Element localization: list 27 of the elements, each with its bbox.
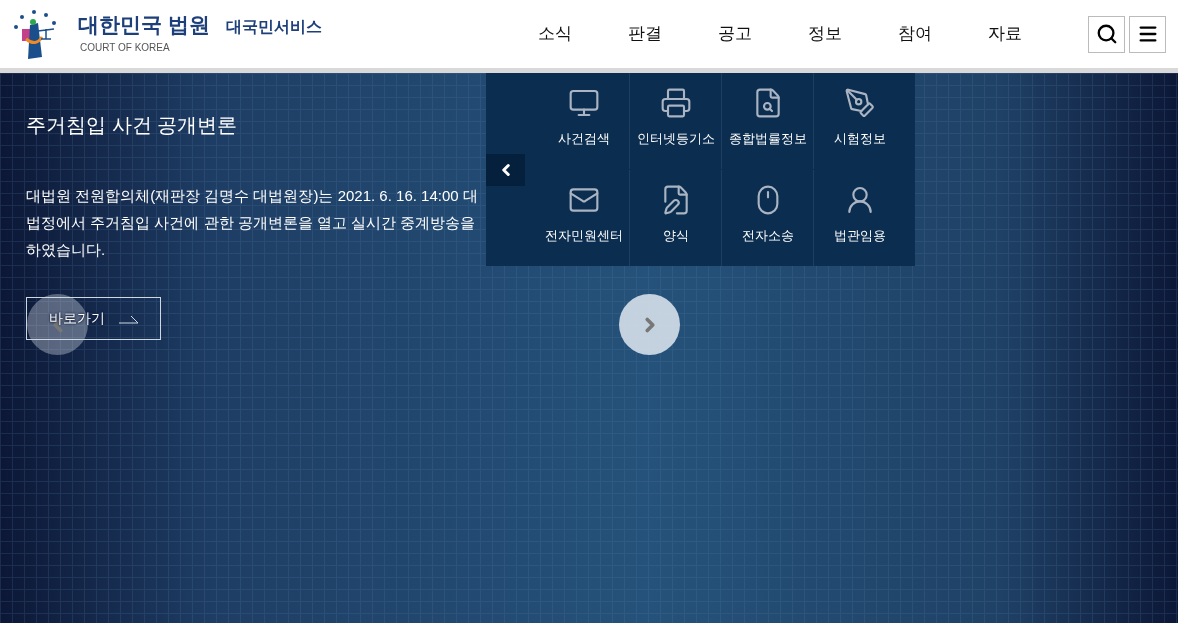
shortcut-link[interactable]: 바로가기 xyxy=(26,297,161,340)
quick-menu-item[interactable]: 전자민원센터 xyxy=(538,169,630,266)
nav-link[interactable]: 참여 xyxy=(870,21,960,47)
nav-link[interactable]: 소식 xyxy=(510,21,600,47)
banner-text: 대법원 전원합의체(재판장 김명수 대법원장)는 2021. 6. 16. 14:00 대법정에서 주거침입 사건에 관한 공개변론을 열고 실시간 중계방송을 하였습니다. xyxy=(26,186,479,260)
banner-title: 주거침입 사건 공개변론 xyxy=(26,113,239,138)
service-name: 대국민서비스 xyxy=(225,17,322,37)
logo-title: 대한민국 법원 xyxy=(78,13,210,35)
nav-link[interactable]: 공고 xyxy=(690,21,780,47)
quick-menu-item[interactable]: 양식 xyxy=(630,169,722,266)
quick-menu-item[interactable]: 인터넷등기소 xyxy=(630,73,722,169)
next-slide-button[interactable] xyxy=(619,294,680,355)
logo-subtitle: COURT OF KOREA xyxy=(80,40,171,55)
quick-menu-item[interactable]: 시험정보 xyxy=(814,73,906,169)
quick-menu-item[interactable]: 전자소송 xyxy=(722,169,814,266)
pen-nib-icon xyxy=(844,87,876,119)
collapse-button[interactable] xyxy=(486,154,525,186)
quick-menu-item[interactable]: 사건검색 xyxy=(538,73,630,169)
menu-button[interactable] xyxy=(1129,15,1166,53)
nav-link[interactable]: 자료 xyxy=(960,21,1050,47)
quick-menu-item[interactable]: 법관임용 xyxy=(814,169,906,266)
printer-icon xyxy=(659,87,692,119)
search-button[interactable] xyxy=(1088,15,1125,53)
nav-link[interactable]: 정보 xyxy=(780,21,870,47)
nav-link[interactable]: 판결 xyxy=(600,21,690,47)
search-icon xyxy=(1095,23,1118,45)
quick-menu-item[interactable]: 종합법률정보 xyxy=(722,73,814,169)
